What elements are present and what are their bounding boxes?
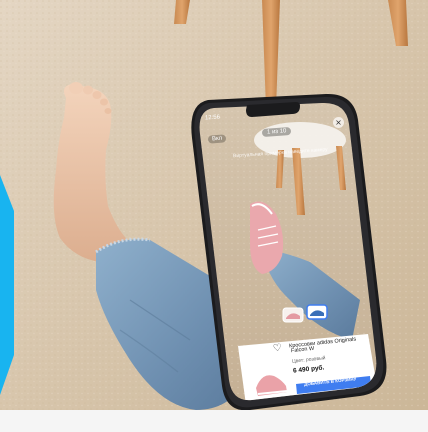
status-time: 12:56 <box>204 114 221 122</box>
back-button[interactable]: Вкл <box>207 134 227 144</box>
close-icon[interactable]: × <box>333 117 344 128</box>
heart-icon[interactable]: ♡ <box>272 343 282 355</box>
cyan-accent-shape <box>0 175 14 395</box>
photo-scene: 12:56 Вкл 1 из 10 × Виртуальная примерка… <box>0 0 428 432</box>
bottom-strip <box>0 410 428 432</box>
